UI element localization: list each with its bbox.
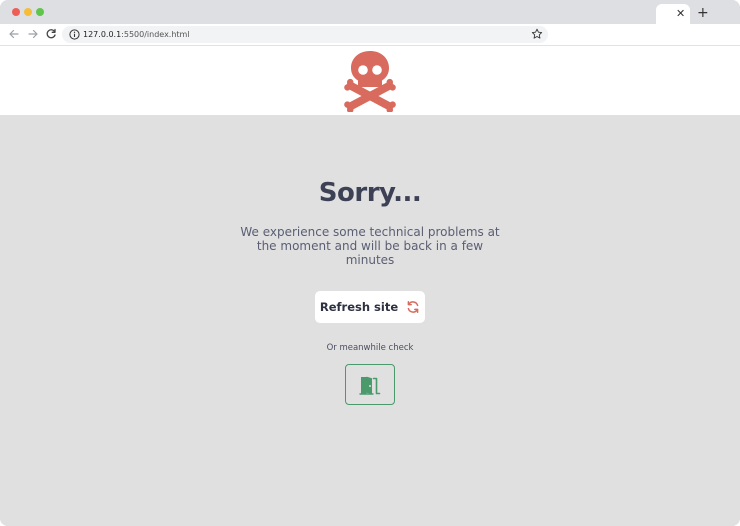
refresh-site-label: Refresh site xyxy=(319,300,399,314)
window-close-button[interactable] xyxy=(12,8,20,16)
skull-crossbones-icon xyxy=(344,51,396,112)
browser-window: ✕ + 127.0.0.1:5500/index.html Sorry... W… xyxy=(0,0,740,526)
refresh-icon xyxy=(407,301,419,313)
browser-toolbar: 127.0.0.1:5500/index.html xyxy=(0,24,740,46)
tab-bar: ✕ + xyxy=(0,0,740,24)
url-text[interactable]: 127.0.0.1:5500/index.html xyxy=(83,28,190,41)
back-arrow-icon[interactable] xyxy=(7,27,21,41)
new-tab-button[interactable]: + xyxy=(697,4,709,22)
door-exit-icon xyxy=(359,376,381,395)
meanwhile-text: Or meanwhile check xyxy=(326,343,414,353)
tab-close-icon[interactable]: ✕ xyxy=(676,7,685,21)
window-minimize-button[interactable] xyxy=(24,8,32,16)
error-message: We experience some technical problems at… xyxy=(240,225,500,267)
refresh-site-button[interactable]: Refresh site xyxy=(315,291,425,323)
exit-door-button[interactable] xyxy=(345,364,395,405)
site-header xyxy=(0,46,740,115)
address-bar[interactable]: 127.0.0.1:5500/index.html xyxy=(62,26,548,43)
info-icon[interactable] xyxy=(69,29,80,40)
page-title: Sorry... xyxy=(318,178,422,208)
window-maximize-button[interactable] xyxy=(36,8,44,16)
error-content: Sorry... We experience some technical pr… xyxy=(0,115,740,526)
reload-icon[interactable] xyxy=(44,27,58,41)
bookmark-star-icon[interactable] xyxy=(531,28,543,40)
url-path: :5500/index.html xyxy=(121,30,190,39)
browser-tab[interactable]: ✕ xyxy=(656,4,690,24)
url-host: 127.0.0.1 xyxy=(83,30,122,39)
forward-arrow-icon[interactable] xyxy=(26,27,40,41)
